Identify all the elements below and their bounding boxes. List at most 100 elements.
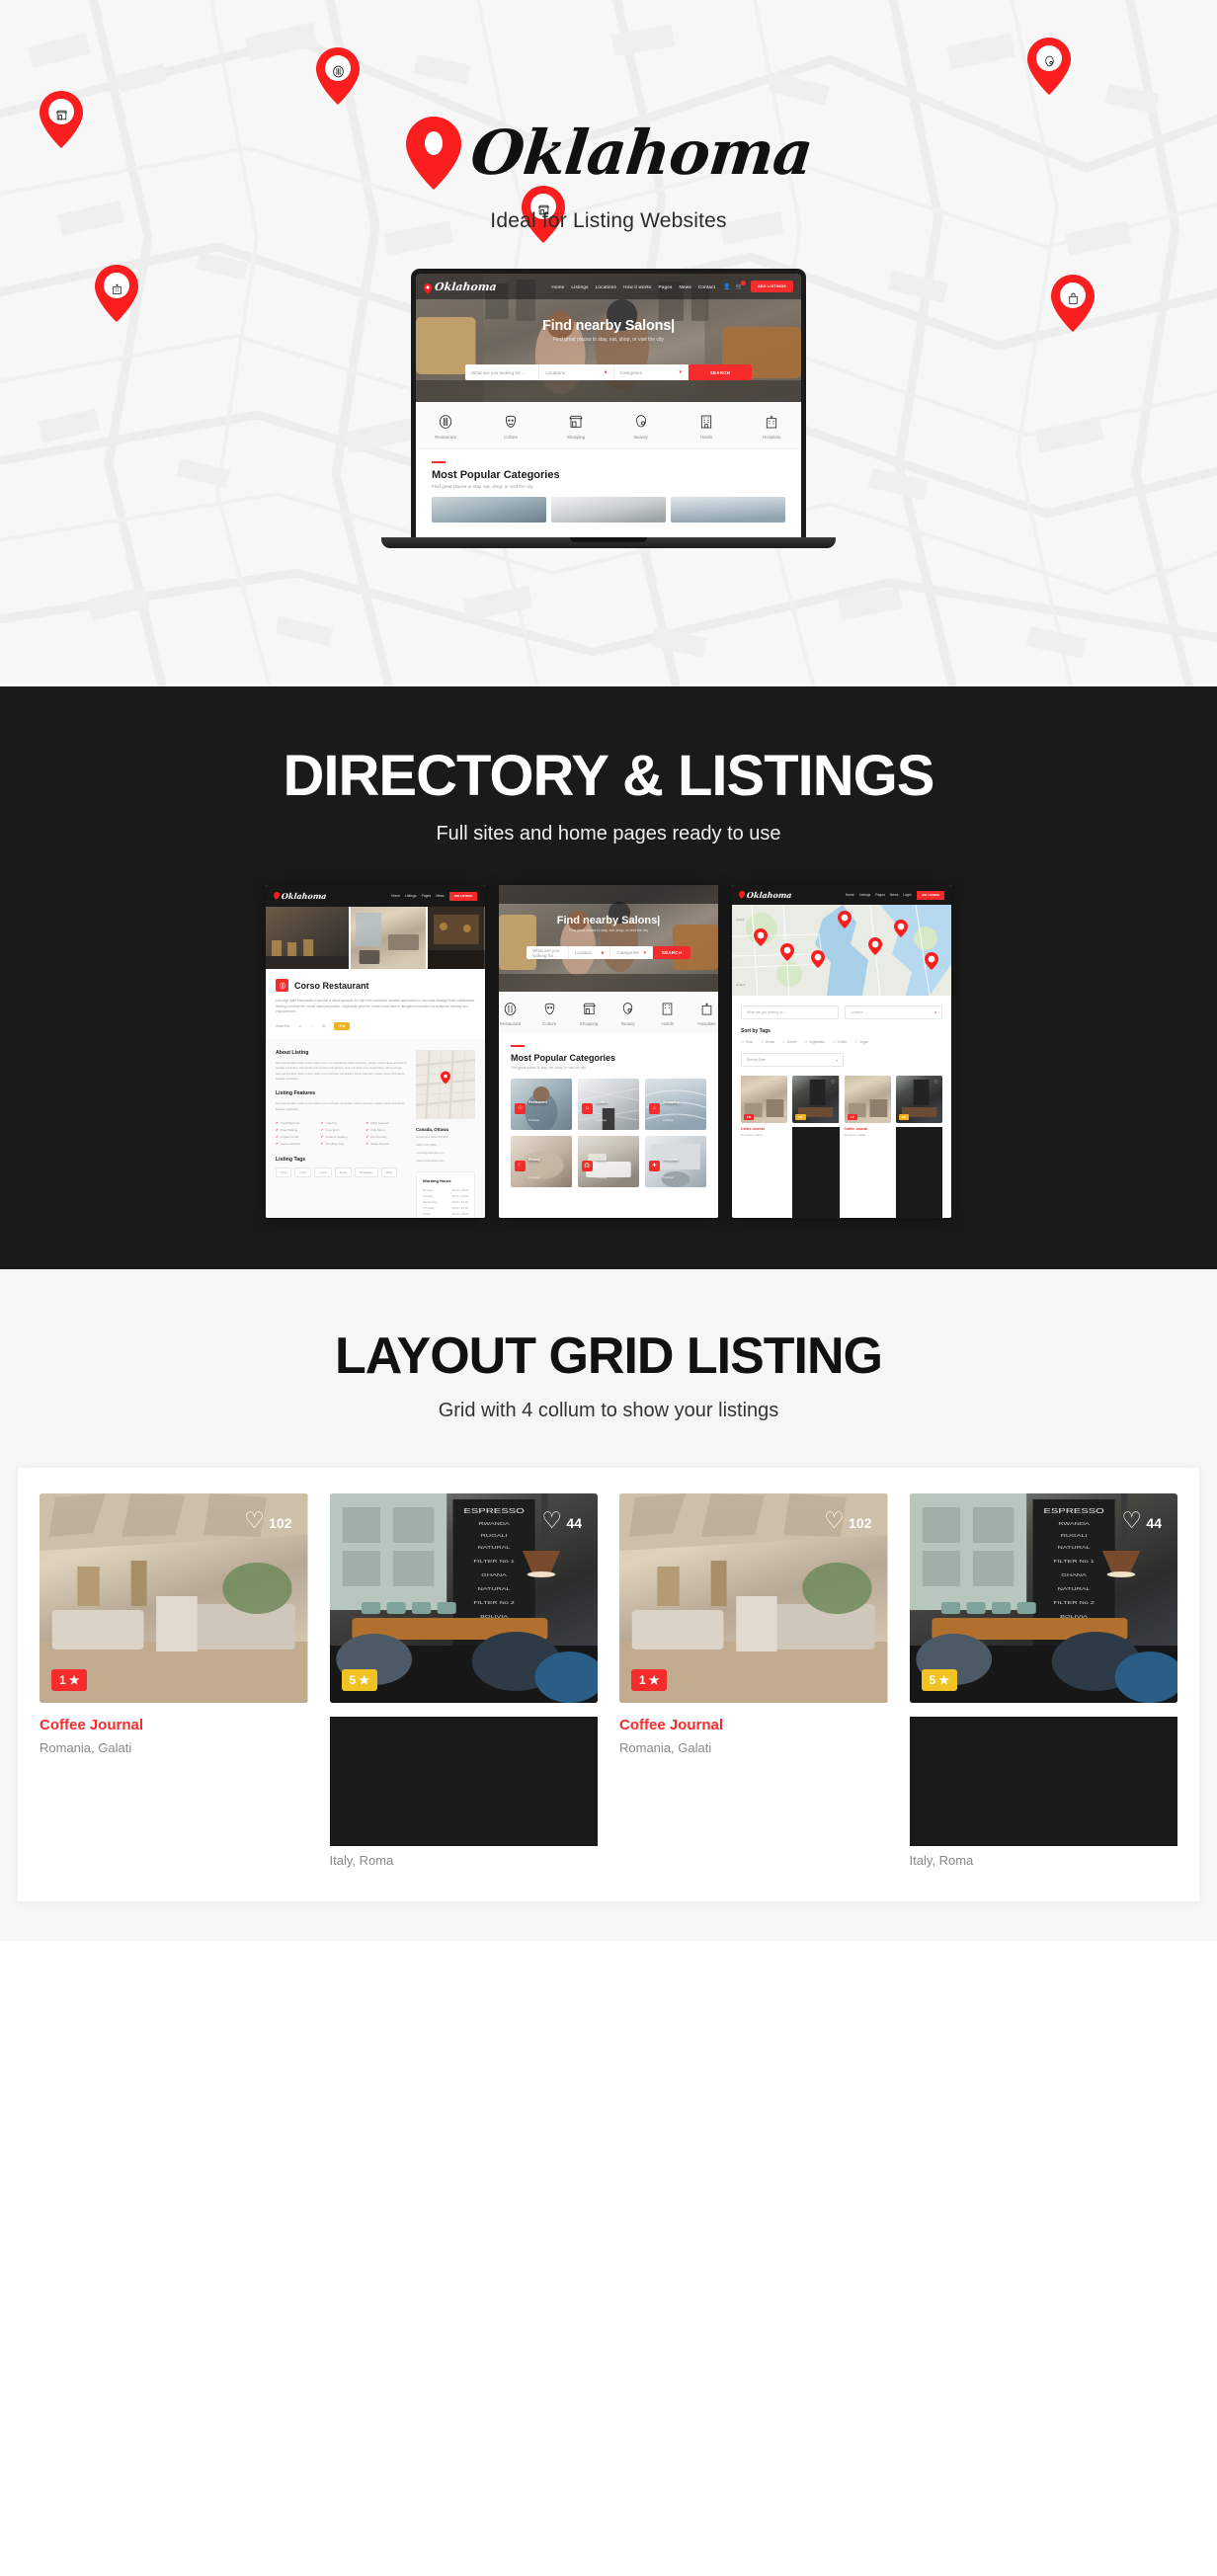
panel-home-page[interactable]: Find nearby Salons| Find great places to… [499, 885, 718, 1218]
category-card[interactable]: ✚ Hospitals 5 Listings [645, 1136, 706, 1187]
heart-icon[interactable]: ♡ [934, 1080, 938, 1086]
nav-how-it-works[interactable]: How it works [623, 284, 651, 289]
category-culture[interactable]: Culture [538, 999, 561, 1026]
search-button[interactable]: SEARCH [653, 946, 690, 959]
category-card[interactable]: ⌂ Shopping 4 Listings [645, 1079, 706, 1130]
result-item[interactable]: ♡ 1★ Coffee Journal Romania, Galati [844, 1076, 891, 1218]
category-beauty[interactable]: Beauty [617, 999, 640, 1026]
panel1-nav-news[interactable]: News [436, 894, 444, 898]
search-location-input[interactable]: Location ● [569, 946, 611, 959]
tag-vegetables[interactable]: ☐ Vegetables [804, 1040, 825, 1044]
nav-pages[interactable]: Pages [659, 284, 673, 289]
like-block[interactable]: ♡ 44 [541, 1509, 582, 1533]
like-block[interactable]: ♡ 102 [824, 1509, 871, 1533]
panel1-nav-home[interactable]: Home [391, 894, 400, 898]
map-result-pin[interactable] [925, 951, 939, 975]
nav-contact[interactable]: Contact [698, 284, 715, 289]
map-result-pin[interactable] [837, 910, 852, 933]
nav-home[interactable]: Home [551, 284, 564, 289]
panel-map-search[interactable]: Oklahoma Home Listings Pages News Login … [732, 885, 951, 1218]
tag-drinks[interactable]: ☐ Drinks [761, 1040, 774, 1044]
tag-chip[interactable]: Wine [380, 1167, 398, 1178]
listing-card[interactable]: ♡ 102 1 ★ Coffee Journal Romania, Galati [619, 1493, 888, 1868]
search-keyword-input[interactable]: What are you looking for .. [527, 946, 569, 959]
popular-thumb[interactable] [671, 497, 785, 523]
panel1-logo[interactable]: Oklahoma [274, 891, 327, 901]
result-item[interactable]: ♡5★ La Pergola Italy, Roma [792, 1076, 840, 1218]
panel1-nav-listings[interactable]: Listings [405, 894, 417, 898]
category-beauty[interactable]: Beauty [621, 412, 661, 440]
listing-card[interactable]: ESPRESSO RWANDA RUGALI NATURAL FILTER No 1… [329, 1493, 598, 1868]
map-result-pin[interactable] [810, 950, 825, 973]
site-logo[interactable]: Oklahoma [424, 281, 497, 294]
tag-chip[interactable]: Lunch [314, 1167, 332, 1178]
listing-card[interactable]: ESPRESSO RWANDA RUGALI NATURAL FILTER No 1… [909, 1493, 1177, 1868]
like-block[interactable]: ♡ 44 [1121, 1509, 1162, 1533]
panel3-nav-pages[interactable]: Pages [875, 893, 885, 897]
gallery-photo[interactable] [266, 907, 350, 969]
category-restaurant[interactable]: Restaurant [426, 412, 465, 440]
category-hospitals[interactable]: Hospitals [695, 999, 718, 1026]
map-result-pin[interactable] [894, 919, 909, 942]
tag-chip[interactable]: Restaurant [355, 1167, 378, 1178]
heart-icon[interactable]: ♡ [779, 1080, 783, 1086]
panel3-nav-listings[interactable]: Listings [859, 893, 871, 897]
category-hospitals[interactable]: Hospitals [752, 412, 791, 440]
category-card[interactable]: ☉ Restaurant 8 Listings [511, 1079, 572, 1130]
popular-thumb[interactable] [432, 497, 546, 523]
tag-coffee[interactable]: ☐ Coffee [833, 1040, 847, 1044]
user-add-icon[interactable]: 👤 [723, 283, 730, 290]
nav-listings[interactable]: Listings [571, 284, 588, 289]
category-card[interactable]: ☺ Culture 6 Listings [578, 1079, 639, 1130]
filter-keyword-input[interactable]: What are you looking for ... [741, 1006, 839, 1019]
map-result-pin[interactable] [779, 942, 794, 966]
filter-location-input[interactable]: Location ● [845, 1006, 942, 1019]
heart-icon[interactable]: ♡ [831, 1080, 835, 1086]
panel3-add-listings-button[interactable]: ADD LISTINGS [916, 890, 944, 900]
cart-icon[interactable]: 🛒 [736, 280, 747, 290]
result-item[interactable]: ♡ 1★ Coffee Journal Romania, Galati [741, 1076, 788, 1218]
category-card[interactable]: 🏨 Hotels 9 Listings [578, 1136, 639, 1187]
search-category-select[interactable]: Categories ▾ [610, 946, 654, 959]
category-hotels[interactable]: Hotels [656, 999, 679, 1026]
panel1-add-listings-button[interactable]: ADD LISTINGS [448, 891, 477, 901]
popular-thumb[interactable] [551, 497, 666, 523]
sort-by-select[interactable]: Sort by Date ▾ [741, 1053, 844, 1067]
search-results-map[interactable]: NewarkNew YorkElizabeth [732, 905, 951, 996]
nav-locations[interactable]: Locations [596, 284, 616, 289]
share-icon[interactable]: ➦ [298, 1024, 301, 1028]
map-result-pin[interactable] [867, 937, 882, 960]
nav-news[interactable]: News [680, 284, 691, 289]
panel3-logo[interactable]: Oklahoma [739, 890, 792, 900]
like-block[interactable]: ♡ 102 [244, 1509, 291, 1533]
heart-icon[interactable]: ♡ [882, 1080, 886, 1086]
panel1-nav-pages[interactable]: Pages [422, 894, 432, 898]
category-card[interactable]: ☾ Beauty 3 Listings [511, 1136, 572, 1187]
tag-chip[interactable]: Food [276, 1167, 292, 1178]
category-shopping[interactable]: Shopping [556, 412, 596, 440]
category-shopping[interactable]: Shopping [578, 999, 601, 1026]
add-listings-button[interactable]: ADD LISTINGS [751, 281, 793, 292]
listing-map[interactable] [416, 1049, 475, 1119]
gallery-photo[interactable] [351, 907, 427, 969]
search-keyword-input[interactable]: What are you looking for ... [465, 364, 540, 380]
tag-food[interactable]: ☐ Food [741, 1040, 753, 1044]
panel3-nav-home[interactable]: Home [846, 893, 854, 897]
search-button[interactable]: SEARCH [688, 364, 752, 380]
listing-card[interactable]: ♡ 102 1 ★ Coffee Journal Romania, Galati [40, 1493, 308, 1868]
panel3-nav-login[interactable]: Login [903, 893, 911, 897]
tag-chip[interactable]: Menu [335, 1167, 352, 1178]
panel-listing-detail[interactable]: Oklahoma Home Listings Pages News ADD LI… [266, 885, 485, 1218]
search-location-input[interactable]: Locations ● [539, 364, 614, 380]
tag-dinner[interactable]: ☐ Dinner [782, 1040, 796, 1044]
category-culture[interactable]: Culture [491, 412, 530, 440]
category-hotels[interactable]: Hotels [687, 412, 726, 440]
search-category-select[interactable]: Categories ▾ [614, 364, 689, 380]
gallery-photo[interactable] [428, 907, 485, 969]
category-restaurant[interactable]: Restaurant [499, 999, 522, 1026]
tag-chip[interactable]: Fruits [294, 1167, 312, 1178]
result-item[interactable]: ♡5★ La Pergola Italy, Roma [895, 1076, 942, 1218]
panel3-nav-news[interactable]: News [890, 893, 898, 897]
heart-icon[interactable]: ♡ [310, 1024, 313, 1028]
map-result-pin[interactable] [754, 927, 769, 951]
